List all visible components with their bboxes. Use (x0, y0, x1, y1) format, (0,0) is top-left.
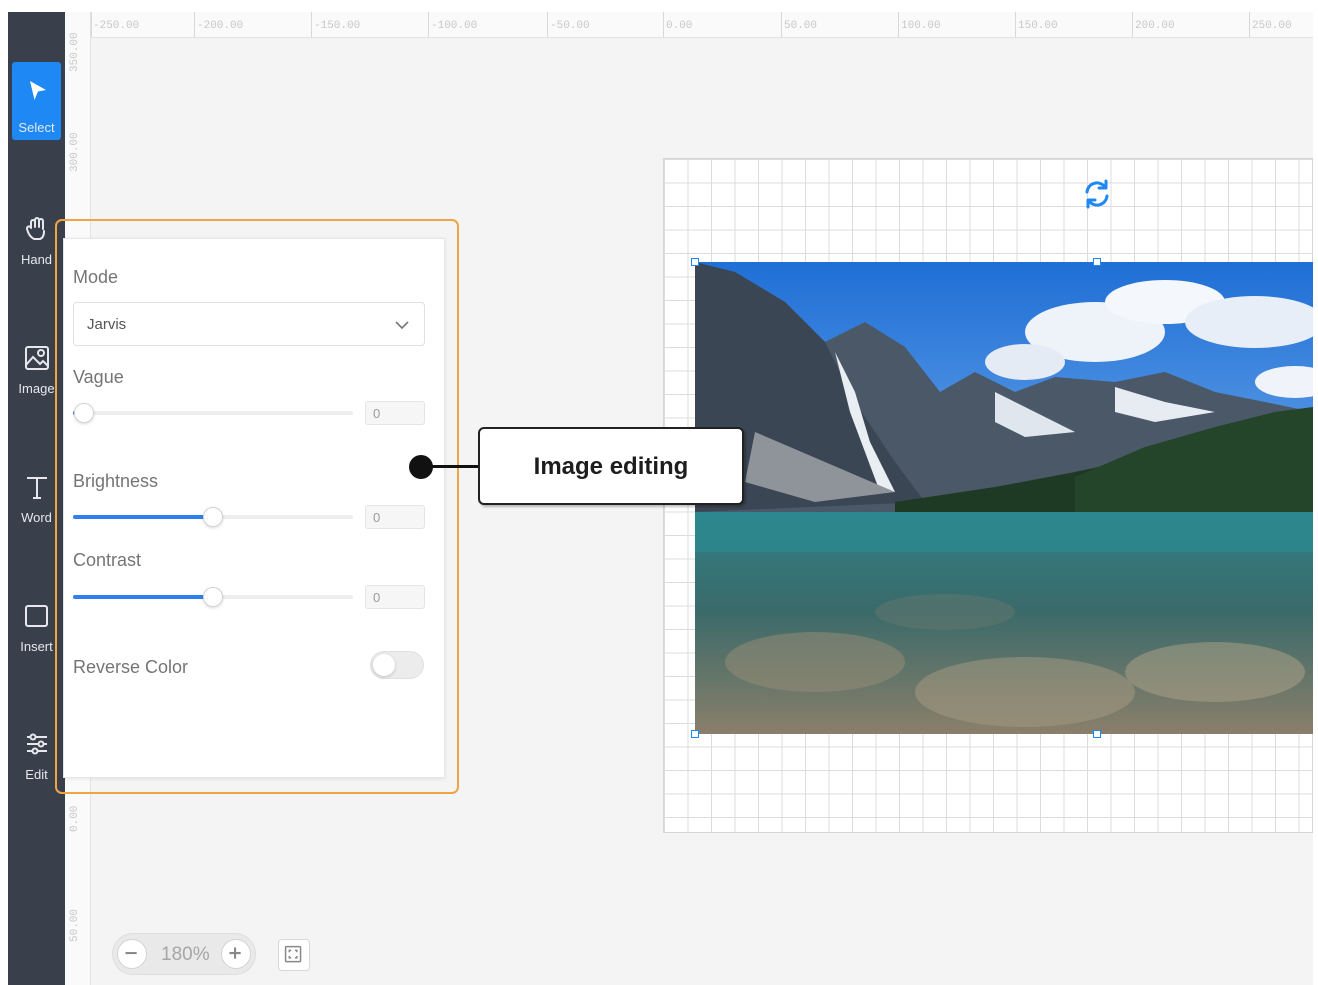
zoom-level: 180% (161, 944, 210, 965)
fit-screen-icon (284, 945, 302, 963)
ruler-top-label: 150.00 (1018, 20, 1058, 32)
zoom-in-button[interactable] (221, 939, 251, 969)
hand-icon (25, 217, 45, 240)
zoom-out-button[interactable] (117, 939, 147, 969)
shape-icon (24, 605, 48, 627)
ruler-top-label: -200.00 (197, 20, 244, 32)
zoom-control: 180% (112, 933, 256, 975)
ruler-top-label: 250.00 (1252, 20, 1292, 32)
ruler-tick (311, 12, 312, 37)
ruler-tick (428, 12, 429, 37)
callout-text: Image editing (533, 453, 689, 480)
ruler-tick (91, 12, 92, 37)
resize-handle-bottom-center[interactable] (1093, 730, 1101, 738)
ruler-tick (781, 12, 782, 37)
fit-screen-button[interactable] (278, 939, 310, 971)
rotate-icon[interactable] (1081, 178, 1113, 210)
ruler-left-label: 50.00 (69, 908, 81, 942)
selected-image[interactable] (695, 262, 1313, 734)
plus-icon (229, 947, 241, 959)
ruler-top-label: 0.00 (666, 20, 693, 32)
ruler-left-label: 0.00 (69, 805, 81, 832)
image-icon (24, 346, 49, 370)
minus-icon (125, 952, 137, 955)
tool-select[interactable]: Select (12, 62, 61, 140)
ruler-tick (1015, 12, 1016, 37)
callout-dot (409, 455, 433, 479)
resize-handle-top-left[interactable] (691, 258, 699, 266)
ruler-top-label: 50.00 (784, 20, 818, 32)
ruler-top-label: -100.00 (431, 20, 478, 32)
ruler-top-label: -50.00 (550, 20, 590, 32)
text-icon (26, 477, 47, 499)
ruler-left-label: 350.00 (69, 32, 81, 72)
ruler-top-label: -250.00 (93, 20, 140, 32)
resize-handle-bottom-left[interactable] (691, 730, 699, 738)
ruler-tick (898, 12, 899, 37)
resize-handle-top-center[interactable] (1093, 258, 1101, 266)
ruler-tick (1249, 12, 1250, 37)
ruler-top: -250.00 -200.00 -150.00 -100.00 -50.00 0… (65, 12, 1313, 38)
ruler-top-label: 100.00 (901, 20, 941, 32)
panel-highlight-outline (55, 219, 459, 794)
ruler-tick (547, 12, 548, 37)
sliders-icon (26, 733, 47, 755)
callout-box: Image editing (478, 427, 744, 505)
ruler-left-label: 300.00 (69, 132, 81, 172)
ruler-top-label: 200.00 (1135, 20, 1175, 32)
ruler-tick (663, 12, 664, 37)
ruler-tick (1132, 12, 1133, 37)
ruler-tick (194, 12, 195, 37)
tool-select-label: Select (18, 120, 55, 135)
cursor-arrow-icon (29, 81, 46, 100)
ruler-top-label: -150.00 (314, 20, 361, 32)
